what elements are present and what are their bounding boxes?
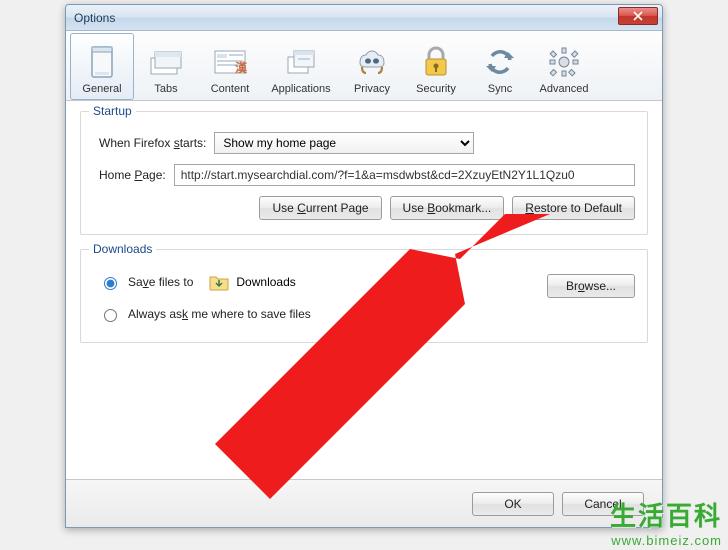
tab-sync[interactable]: Sync	[468, 33, 532, 100]
restore-to-default-button[interactable]: Restore to Default	[512, 196, 635, 220]
save-files-to-label: Save files to	[128, 275, 193, 289]
window-title: Options	[70, 11, 115, 25]
footer: OK Cancel	[66, 479, 662, 527]
downloads-legend: Downloads	[89, 242, 156, 256]
privacy-icon	[356, 44, 388, 80]
use-bookmark-button[interactable]: Use Bookmark...	[390, 196, 505, 220]
download-path-box[interactable]: Downloads	[201, 270, 431, 294]
tab-security[interactable]: Security	[404, 33, 468, 100]
general-icon	[88, 44, 116, 80]
when-firefox-starts-label: When Firefox starts:	[99, 136, 206, 150]
folder-icon	[208, 272, 230, 292]
startup-legend: Startup	[89, 104, 136, 118]
download-path-text: Downloads	[236, 275, 295, 289]
sync-icon	[484, 44, 516, 80]
tab-advanced-label: Advanced	[540, 83, 589, 95]
browse-button[interactable]: Browse...	[547, 274, 635, 298]
homepage-input[interactable]	[174, 164, 635, 186]
security-icon	[423, 44, 449, 80]
tab-tabs[interactable]: Tabs	[134, 33, 198, 100]
toolbar: General Tabs 漢 Content Applications Priv…	[66, 31, 662, 101]
watermark-cn: 生活百科	[610, 496, 722, 533]
content-area: Startup When Firefox starts: Show my hom…	[66, 101, 662, 367]
options-window: Options General Tabs 漢 Content	[65, 4, 663, 528]
svg-text:漢: 漢	[235, 60, 247, 75]
watermark: 生活百科 www.bimeiz.com	[610, 496, 722, 548]
use-current-page-button[interactable]: Use Current Page	[259, 196, 381, 220]
tabs-icon	[149, 44, 183, 80]
tab-general[interactable]: General	[70, 33, 134, 100]
save-files-to-radio[interactable]	[104, 277, 117, 290]
titlebar: Options	[66, 5, 662, 31]
content-icon: 漢	[213, 44, 247, 80]
tab-applications[interactable]: Applications	[262, 33, 340, 100]
downloads-group: Downloads Save files to Downloads Browse…	[80, 249, 648, 343]
startup-group: Startup When Firefox starts: Show my hom…	[80, 111, 648, 235]
tab-content[interactable]: 漢 Content	[198, 33, 262, 100]
always-ask-label: Always ask me where to save files	[128, 307, 311, 321]
when-firefox-starts-select[interactable]: Show my home page	[214, 132, 474, 154]
tab-privacy[interactable]: Privacy	[340, 33, 404, 100]
close-icon	[633, 11, 643, 21]
tab-tabs-label: Tabs	[154, 83, 177, 95]
tab-content-label: Content	[211, 83, 250, 95]
tab-security-label: Security	[416, 83, 456, 95]
tab-applications-label: Applications	[271, 83, 330, 95]
ok-button[interactable]: OK	[472, 492, 554, 516]
tab-general-label: General	[82, 83, 121, 95]
tab-privacy-label: Privacy	[354, 83, 390, 95]
homepage-label: Home Page:	[99, 168, 166, 182]
close-button[interactable]	[618, 7, 658, 25]
tab-sync-label: Sync	[488, 83, 512, 95]
advanced-icon	[548, 44, 580, 80]
applications-icon	[284, 44, 318, 80]
always-ask-radio[interactable]	[104, 309, 117, 322]
tab-advanced[interactable]: Advanced	[532, 33, 596, 100]
